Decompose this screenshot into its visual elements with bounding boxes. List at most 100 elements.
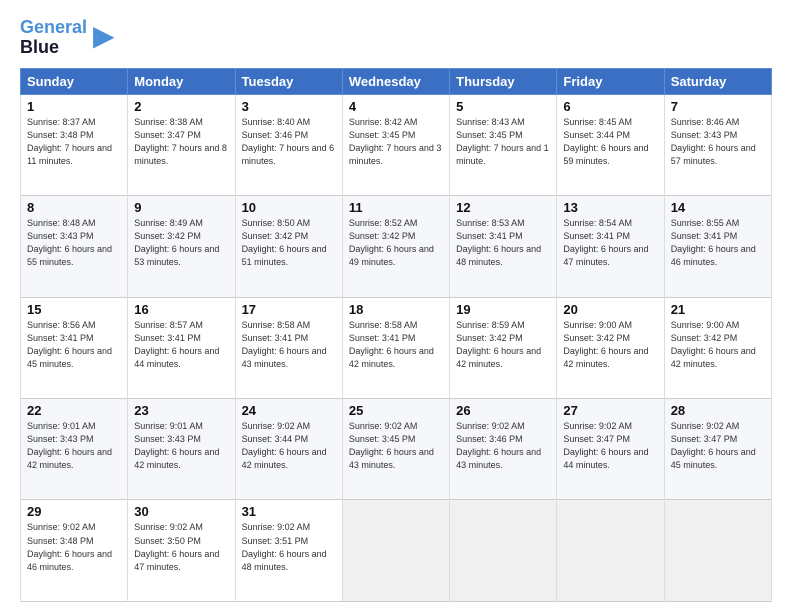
day-info: Sunrise: 8:42 AMSunset: 3:45 PMDaylight:…	[349, 116, 443, 168]
day-number: 9	[134, 200, 228, 215]
logo: General Blue ▶	[20, 18, 115, 58]
col-header-sunday: Sunday	[21, 68, 128, 94]
col-header-tuesday: Tuesday	[235, 68, 342, 94]
calendar-cell: 24 Sunrise: 9:02 AMSunset: 3:44 PMDayligh…	[235, 399, 342, 500]
calendar-cell: 8 Sunrise: 8:48 AMSunset: 3:43 PMDaylight…	[21, 196, 128, 297]
calendar-cell: 16 Sunrise: 8:57 AMSunset: 3:41 PMDayligh…	[128, 297, 235, 398]
day-number: 5	[456, 99, 550, 114]
day-info: Sunrise: 8:48 AMSunset: 3:43 PMDaylight:…	[27, 217, 121, 269]
calendar-cell: 28Sunrise: 9:02 AMSunset: 3:47 PMDayligh…	[664, 399, 771, 500]
calendar-cell: 11 Sunrise: 8:52 AMSunset: 3:42 PMDayligh…	[342, 196, 449, 297]
calendar-cell: 6 Sunrise: 8:45 AMSunset: 3:44 PMDaylight…	[557, 94, 664, 195]
calendar-cell: 15 Sunrise: 8:56 AMSunset: 3:41 PMDayligh…	[21, 297, 128, 398]
day-number: 12	[456, 200, 550, 215]
day-number: 22	[27, 403, 121, 418]
calendar-cell: 5 Sunrise: 8:43 AMSunset: 3:45 PMDaylight…	[450, 94, 557, 195]
calendar-cell: 23 Sunrise: 9:01 AMSunset: 3:43 PMDayligh…	[128, 399, 235, 500]
calendar-cell: 31 Sunrise: 9:02 AMSunset: 3:51 PMDayligh…	[235, 500, 342, 602]
calendar-cell: 7 Sunrise: 8:46 AMSunset: 3:43 PMDaylight…	[664, 94, 771, 195]
calendar-cell: 10 Sunrise: 8:50 AMSunset: 3:42 PMDayligh…	[235, 196, 342, 297]
day-info: Sunrise: 8:59 AMSunset: 3:42 PMDaylight:…	[456, 319, 550, 371]
day-number: 24	[242, 403, 336, 418]
day-number: 21	[671, 302, 765, 317]
calendar-cell: 27Sunrise: 9:02 AMSunset: 3:47 PMDayligh…	[557, 399, 664, 500]
day-info: Sunrise: 8:45 AMSunset: 3:44 PMDaylight:…	[563, 116, 657, 168]
calendar-cell	[557, 500, 664, 602]
col-header-thursday: Thursday	[450, 68, 557, 94]
day-number: 6	[563, 99, 657, 114]
logo-text2: Blue	[20, 38, 87, 58]
day-info: Sunrise: 9:01 AMSunset: 3:43 PMDaylight:…	[134, 420, 228, 472]
day-info: Sunrise: 9:02 AMSunset: 3:48 PMDaylight:…	[27, 521, 121, 573]
day-info: Sunrise: 9:02 AMSunset: 3:51 PMDaylight:…	[242, 521, 336, 573]
calendar-cell: 19Sunrise: 8:59 AMSunset: 3:42 PMDayligh…	[450, 297, 557, 398]
calendar-cell: 18 Sunrise: 8:58 AMSunset: 3:41 PMDayligh…	[342, 297, 449, 398]
day-number: 1	[27, 99, 121, 114]
day-info: Sunrise: 8:52 AMSunset: 3:42 PMDaylight:…	[349, 217, 443, 269]
calendar-cell: 25 Sunrise: 9:02 AMSunset: 3:45 PMDayligh…	[342, 399, 449, 500]
day-info: Sunrise: 9:02 AMSunset: 3:50 PMDaylight:…	[134, 521, 228, 573]
day-number: 23	[134, 403, 228, 418]
calendar-cell: 29 Sunrise: 9:02 AMSunset: 3:48 PMDayligh…	[21, 500, 128, 602]
calendar-cell: 20Sunrise: 9:00 AMSunset: 3:42 PMDayligh…	[557, 297, 664, 398]
day-info: Sunrise: 8:58 AMSunset: 3:41 PMDaylight:…	[349, 319, 443, 371]
day-number: 18	[349, 302, 443, 317]
calendar-cell: 17 Sunrise: 8:58 AMSunset: 3:41 PMDayligh…	[235, 297, 342, 398]
day-info: Sunrise: 9:02 AMSunset: 3:44 PMDaylight:…	[242, 420, 336, 472]
day-number: 17	[242, 302, 336, 317]
day-number: 8	[27, 200, 121, 215]
calendar-cell: 22Sunrise: 9:01 AMSunset: 3:43 PMDayligh…	[21, 399, 128, 500]
calendar-table: SundayMondayTuesdayWednesdayThursdayFrid…	[20, 68, 772, 602]
day-info: Sunrise: 8:46 AMSunset: 3:43 PMDaylight:…	[671, 116, 765, 168]
page: General Blue ▶ SundayMondayTuesdayWednes…	[0, 0, 792, 612]
day-info: Sunrise: 9:02 AMSunset: 3:45 PMDaylight:…	[349, 420, 443, 472]
day-info: Sunrise: 8:50 AMSunset: 3:42 PMDaylight:…	[242, 217, 336, 269]
day-number: 7	[671, 99, 765, 114]
day-info: Sunrise: 8:58 AMSunset: 3:41 PMDaylight:…	[242, 319, 336, 371]
calendar-cell: 30 Sunrise: 9:02 AMSunset: 3:50 PMDayligh…	[128, 500, 235, 602]
calendar-week-5: 29 Sunrise: 9:02 AMSunset: 3:48 PMDayligh…	[21, 500, 772, 602]
day-info: Sunrise: 8:54 AMSunset: 3:41 PMDaylight:…	[563, 217, 657, 269]
col-header-friday: Friday	[557, 68, 664, 94]
calendar-cell: 26Sunrise: 9:02 AMSunset: 3:46 PMDayligh…	[450, 399, 557, 500]
day-info: Sunrise: 9:02 AMSunset: 3:47 PMDaylight:…	[563, 420, 657, 472]
calendar-cell: 3 Sunrise: 8:40 AMSunset: 3:46 PMDaylight…	[235, 94, 342, 195]
calendar-week-4: 22 Sunrise: 9:01 AMSunset: 3:43 PMDayligh…	[21, 399, 772, 500]
day-number: 11	[349, 200, 443, 215]
day-info: Sunrise: 8:53 AMSunset: 3:41 PMDaylight:…	[456, 217, 550, 269]
calendar-week-2: 8 Sunrise: 8:48 AMSunset: 3:43 PMDaylight…	[21, 196, 772, 297]
calendar-cell	[450, 500, 557, 602]
day-number: 2	[134, 99, 228, 114]
day-info: Sunrise: 8:56 AMSunset: 3:41 PMDaylight:…	[27, 319, 121, 371]
calendar-cell: 13Sunrise: 8:54 AMSunset: 3:41 PMDayligh…	[557, 196, 664, 297]
calendar-header-row: SundayMondayTuesdayWednesdayThursdayFrid…	[21, 68, 772, 94]
calendar-cell	[342, 500, 449, 602]
day-number: 15	[27, 302, 121, 317]
day-number: 26	[456, 403, 550, 418]
day-number: 3	[242, 99, 336, 114]
calendar-cell: 9 Sunrise: 8:49 AMSunset: 3:42 PMDaylight…	[128, 196, 235, 297]
day-number: 16	[134, 302, 228, 317]
calendar-week-1: 1Sunrise: 8:37 AMSunset: 3:48 PMDaylight…	[21, 94, 772, 195]
day-number: 25	[349, 403, 443, 418]
header: General Blue ▶	[20, 18, 772, 58]
day-info: Sunrise: 8:57 AMSunset: 3:41 PMDaylight:…	[134, 319, 228, 371]
calendar-cell	[664, 500, 771, 602]
day-info: Sunrise: 8:43 AMSunset: 3:45 PMDaylight:…	[456, 116, 550, 168]
day-info: Sunrise: 8:40 AMSunset: 3:46 PMDaylight:…	[242, 116, 336, 168]
day-info: Sunrise: 8:49 AMSunset: 3:42 PMDaylight:…	[134, 217, 228, 269]
day-number: 28	[671, 403, 765, 418]
calendar-cell: 2Sunrise: 8:38 AMSunset: 3:47 PMDaylight…	[128, 94, 235, 195]
day-number: 29	[27, 504, 121, 519]
col-header-monday: Monday	[128, 68, 235, 94]
calendar-cell: 21Sunrise: 9:00 AMSunset: 3:42 PMDayligh…	[664, 297, 771, 398]
day-number: 31	[242, 504, 336, 519]
day-number: 10	[242, 200, 336, 215]
day-number: 20	[563, 302, 657, 317]
logo-bird-icon: ▶	[93, 19, 115, 52]
calendar-cell: 14Sunrise: 8:55 AMSunset: 3:41 PMDayligh…	[664, 196, 771, 297]
calendar-week-3: 15 Sunrise: 8:56 AMSunset: 3:41 PMDayligh…	[21, 297, 772, 398]
day-info: Sunrise: 8:55 AMSunset: 3:41 PMDaylight:…	[671, 217, 765, 269]
calendar-cell: 4Sunrise: 8:42 AMSunset: 3:45 PMDaylight…	[342, 94, 449, 195]
day-number: 30	[134, 504, 228, 519]
